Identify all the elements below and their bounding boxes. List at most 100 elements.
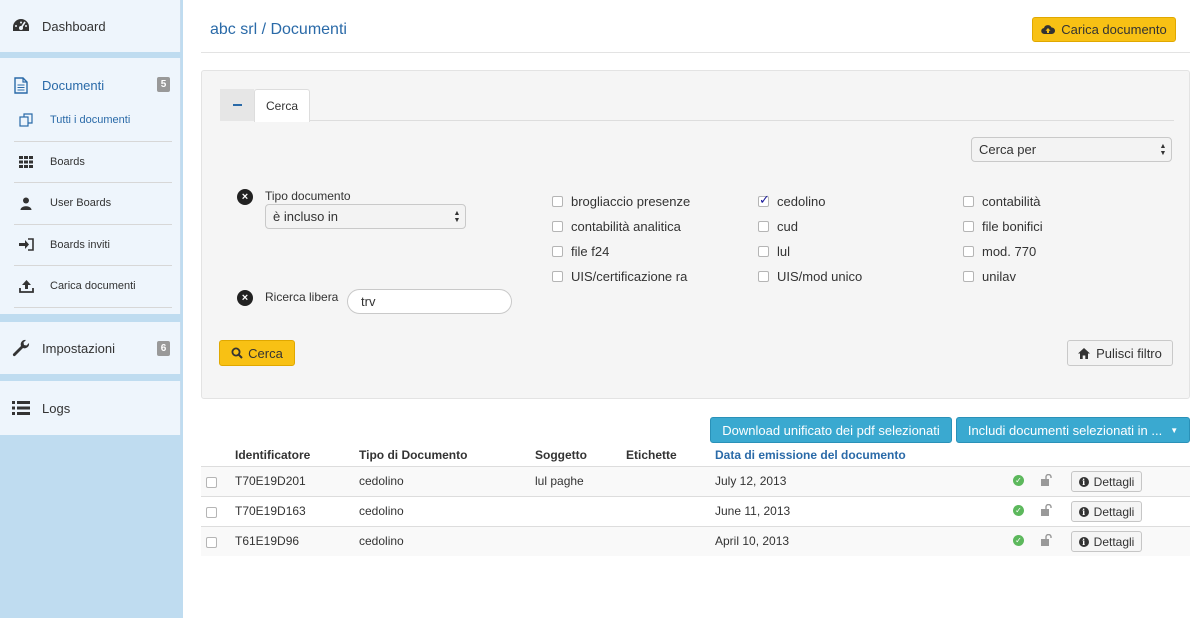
info-icon: i [1078,506,1089,517]
clear-filter-button[interactable]: Pulisci filtro [1067,340,1173,366]
sidebar-subitem-boards-inviti[interactable]: Boards inviti [14,225,172,266]
checkbox-mod-770[interactable]: mod. 770 [963,244,1036,259]
details-label: Dettagli [1093,504,1135,519]
upload-document-button[interactable]: Carica documento [1032,17,1176,42]
tipo-operator-select[interactable]: è incluso in ▲ ▼ [265,204,466,229]
cell-identificatore: T70E19D201 [235,474,306,488]
row-checkbox[interactable] [206,507,217,518]
clear-filter-label: Pulisci filtro [1096,345,1162,361]
check-circle-icon: ✓ [1013,475,1024,486]
table-row: T70E19D201 cedolino lul paghe July 12, 2… [201,466,1190,496]
breadcrumb[interactable]: abc srl / Documenti [210,21,347,39]
collapse-tab-button[interactable] [220,89,254,121]
cell-identificatore: T61E19D96 [235,534,300,548]
check-circle-icon: ✓ [1013,535,1024,546]
column-header-etichette[interactable]: Etichette [626,448,677,462]
checkbox-unilav[interactable]: unilav [963,269,1016,284]
minus-icon [232,104,242,106]
checkbox-box[interactable] [758,192,770,208]
sidebar-subitem-label: Tutti i documenti [50,114,131,127]
search-button[interactable]: Cerca [219,340,295,366]
checkbox-uis-mod-unico[interactable]: UIS/mod unico [758,269,862,284]
details-button[interactable]: i Dettagli [1071,471,1142,492]
column-header-tipo[interactable]: Tipo di Documento [359,448,467,462]
sidebar-subitem-boards[interactable]: Boards [14,142,172,183]
sidebar-subitem-user-boards[interactable]: User Boards [14,183,172,225]
checkbox-uis-certificazione[interactable]: UIS/certificazione ra [552,269,687,284]
sidebar-item-impostazioni[interactable]: Impostazioni 6 [0,322,180,374]
upload-document-label: Carica documento [1061,22,1167,37]
row-checkbox[interactable] [206,477,217,488]
sidebar-subitem-label: Carica documenti [50,280,136,293]
documenti-count-badge: 5 [157,77,170,92]
checkbox-label: cud [777,219,798,234]
checkbox-contabilita[interactable]: contabilità [963,194,1041,209]
unlock-icon[interactable] [1041,533,1052,546]
unlock-icon[interactable] [1041,473,1052,486]
remove-filter-icon[interactable]: × [237,189,253,205]
wrench-icon [10,339,32,357]
checkbox-contabilita-analitica[interactable]: contabilità analitica [552,219,681,234]
checkbox-lul[interactable]: lul [758,244,790,259]
checkbox-box[interactable] [552,221,563,232]
checkbox-box[interactable] [963,271,974,282]
ricerca-libera-input[interactable]: trv [347,289,512,314]
dashboard-icon [10,17,32,35]
table-row: T61E19D96 cedolino April 10, 2013 ✓ i Det… [201,526,1190,556]
checkbox-box[interactable] [963,196,974,207]
sidebar-item-label: Dashboard [42,18,106,34]
details-button[interactable]: i Dettagli [1071,501,1142,522]
column-header-data[interactable]: Data di emissione del documento [715,448,906,462]
sidebar-item-documenti[interactable]: Documenti 5 [0,58,180,112]
checkbox-label: lul [777,244,791,259]
download-pdf-button[interactable]: Download unificato dei pdf selezionati [710,417,952,443]
sidebar-subitem-carica-documenti[interactable]: Carica documenti [14,266,172,308]
checkbox-label: unilav [982,269,1016,284]
checkbox-box[interactable] [963,246,974,257]
cell-tipo: cedolino [359,504,404,518]
checkbox-file-bonifici[interactable]: file bonifici [963,219,1043,234]
home-icon [1078,347,1091,359]
sidebar-section-dashboard: Dashboard [0,0,181,52]
cell-data: July 12, 2013 [715,474,787,488]
checkbox-box[interactable] [963,221,974,232]
checkbox-box[interactable] [552,246,563,257]
sidebar-item-label: Documenti [42,77,105,93]
checkbox-box[interactable] [552,196,563,207]
row-checkbox[interactable] [206,537,217,548]
sidebar: Dashboard Documenti 5 Tutti i documenti … [0,0,183,618]
cell-soggetto: lul paghe [535,474,584,488]
caret-down-icon: ▼ [1170,425,1179,435]
column-header-identificatore[interactable]: Identificatore [235,448,310,462]
checkbox-cedolino[interactable]: cedolino [758,192,825,209]
cell-identificatore: T70E19D163 [235,504,306,518]
checkbox-box[interactable] [758,271,769,282]
checkbox-brogliaccio-presenze[interactable]: brogliaccio presenze [552,194,690,209]
search-button-label: Cerca [248,345,283,361]
search-icon [231,347,243,359]
select-arrows-icon: ▲ ▼ [453,209,461,224]
ricerca-libera-label: Ricerca libera [265,290,339,304]
cloud-upload-icon [1041,24,1056,35]
sidebar-item-dashboard[interactable]: Dashboard [0,0,180,52]
checkbox-box[interactable] [758,221,769,232]
include-documents-label: Includi documenti selezionati in ... [967,422,1163,438]
impostazioni-count-badge: 6 [157,341,170,356]
sidebar-item-logs[interactable]: Logs [0,381,180,435]
checkbox-cud[interactable]: cud [758,219,798,234]
include-documents-dropdown[interactable]: Includi documenti selezionati in ... ▼ [956,417,1190,443]
upload-icon [14,279,38,293]
checkbox-box[interactable] [552,271,563,282]
details-button[interactable]: i Dettagli [1071,531,1142,552]
checkbox-box[interactable] [758,246,769,257]
header-divider [201,52,1190,53]
details-label: Dettagli [1093,534,1135,549]
tab-cerca[interactable]: Cerca [254,89,310,122]
sidebar-subitem-label: User Boards [50,197,112,210]
sidebar-subitem-label: Boards [50,155,85,168]
unlock-icon[interactable] [1041,503,1052,516]
cerca-per-select[interactable]: Cerca per ▲ ▼ [971,137,1172,162]
checkbox-file-f24[interactable]: file f24 [552,244,609,259]
remove-filter-icon[interactable]: × [237,290,253,306]
column-header-soggetto[interactable]: Soggetto [535,448,587,462]
